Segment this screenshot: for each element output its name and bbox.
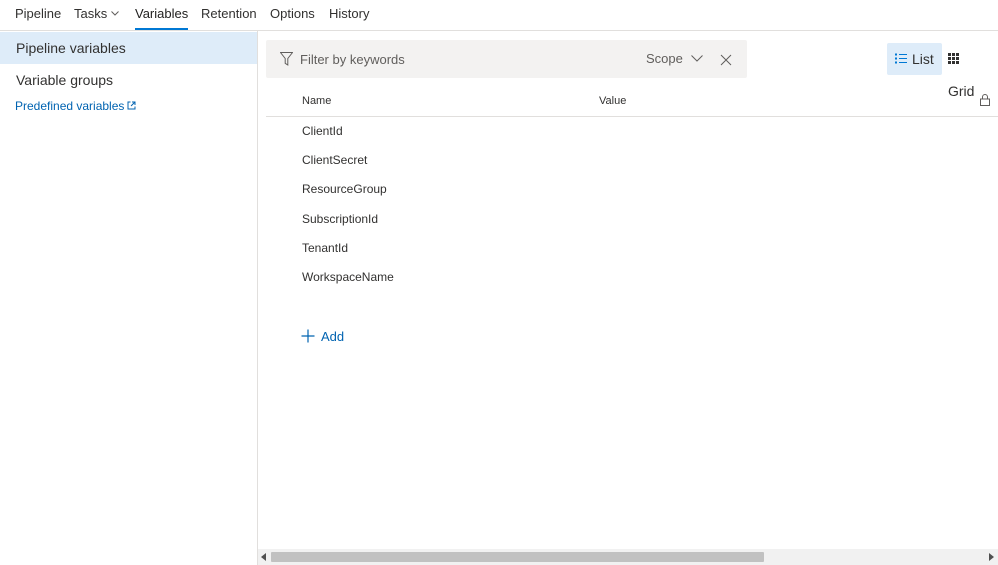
header-divider [266,116,998,117]
chevron-down-icon [691,54,703,62]
filter-bar: Scope [266,40,747,78]
horizontal-scrollbar[interactable] [258,549,998,565]
tab-variables[interactable]: Variables [135,0,189,30]
scroll-right-arrow-icon[interactable] [989,553,994,561]
scope-label: Scope [646,51,683,66]
grid-view-label: Grid [948,83,975,99]
scope-dropdown[interactable]: Scope [646,40,703,78]
list-icon [895,53,907,64]
list-view-label: List [912,51,934,67]
external-link-icon [127,101,136,110]
chevron-down-icon [111,10,120,16]
grid-icon [948,53,959,65]
tab-history[interactable]: History [329,0,369,30]
variable-row-name[interactable]: WorkspaceName [302,270,394,284]
close-icon[interactable] [718,52,734,68]
variable-row-name[interactable]: ClientSecret [302,153,367,167]
grid-view-button[interactable]: Grid [940,43,998,99]
variable-row-name[interactable]: ResourceGroup [302,182,387,196]
predefined-variables-link[interactable]: Predefined variables [15,99,136,113]
predefined-variables-label: Predefined variables [15,99,125,113]
filter-icon [280,52,293,66]
lock-icon [980,94,990,106]
column-header-value[interactable]: Value [599,95,626,107]
tab-pipeline[interactable]: Pipeline [15,0,61,30]
sidebar-item-variable-groups[interactable]: Variable groups [0,64,257,96]
column-header-name[interactable]: Name [302,95,331,107]
scrollbar-thumb[interactable] [271,552,764,562]
add-variable-button[interactable]: Add [301,327,344,347]
tab-retention[interactable]: Retention [201,0,257,30]
list-view-button[interactable]: List [887,43,942,75]
tab-tasks[interactable]: Tasks [74,0,120,30]
variable-row-name[interactable]: SubscriptionId [302,212,378,226]
variable-row-name[interactable]: TenantId [302,241,348,255]
tab-tasks-label: Tasks [74,6,108,21]
variables-sidebar: Pipeline variables Variable groups Prede… [0,31,258,565]
pivot-tab-bar: Pipeline Tasks Variables Retention Optio… [0,0,998,31]
add-label: Add [321,329,345,344]
sidebar-item-pipeline-variables[interactable]: Pipeline variables [0,32,257,64]
filter-keywords-input[interactable] [300,49,630,69]
variable-row-name[interactable]: ClientId [302,124,343,138]
tab-options[interactable]: Options [270,0,315,30]
scroll-left-arrow-icon[interactable] [261,553,266,561]
plus-icon [301,329,315,343]
